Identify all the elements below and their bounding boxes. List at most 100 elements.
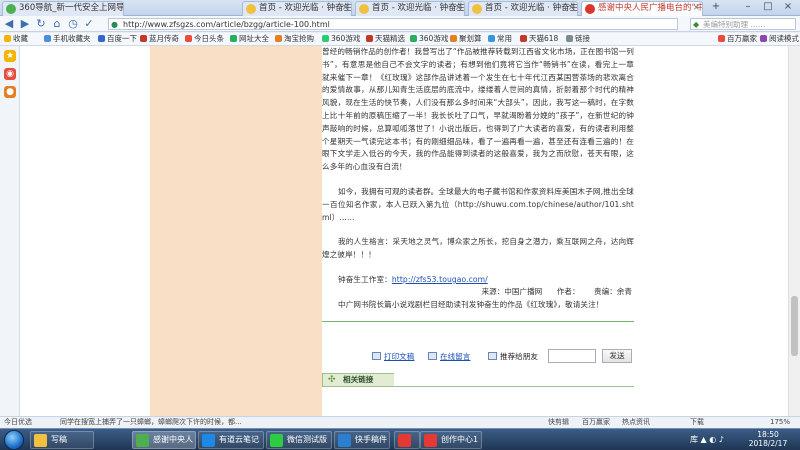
browser-tab-active[interactable]: 感谢中央人民广播电台的“中国广 × xyxy=(581,1,703,16)
new-tab-icon[interactable]: + xyxy=(708,0,724,14)
tab-title: 首页 - 欢迎光临 · 钟奋生工作 xyxy=(485,3,578,13)
recommend-label: 推荐给朋友 xyxy=(500,352,538,361)
address-text: http://www.zfsgzs.com/article/bzgg/artic… xyxy=(123,20,330,29)
folder-icon xyxy=(34,434,47,447)
status-news[interactable]: 同学在搜宽上捕弄了一只蟑螂，蟑螂爬次下许的时候，都... xyxy=(60,417,242,428)
app-icon[interactable]: ● xyxy=(4,86,16,98)
print-link[interactable]: 打印文稿 xyxy=(384,352,414,361)
article-column: 曾经的畅销作品的创作者！我曾写出了“作品被推荐转载到江西省文化市场，正在图书馆一… xyxy=(322,46,634,416)
scrollbar-thumb[interactable] xyxy=(791,296,798,356)
reading-mode-button[interactable]: 阅读模式 xyxy=(760,33,799,45)
status-item[interactable]: 快剪辑 xyxy=(548,417,569,428)
app-icon xyxy=(398,434,411,447)
taskbar-item[interactable]: 有道云笔记 xyxy=(198,431,264,449)
bookmark-item[interactable]: 蓝月传奇 xyxy=(140,33,179,45)
bookmark-item[interactable]: 淘宝抢购 xyxy=(275,33,314,45)
taskbar-item[interactable] xyxy=(394,431,420,449)
app-icon xyxy=(424,434,437,447)
search-placeholder: 美编特别助理 …… xyxy=(703,20,766,29)
start-button[interactable] xyxy=(4,430,24,450)
left-decorative-column xyxy=(150,46,322,416)
bookmark-item[interactable]: 网址大全 xyxy=(230,33,269,45)
related-label: 相关链接 xyxy=(343,375,374,384)
status-recommend[interactable]: 今日优选 xyxy=(4,417,32,428)
close-tab-icon[interactable]: × xyxy=(454,2,462,15)
search-input[interactable]: ◆ 美编特别助理 …… xyxy=(690,18,796,30)
tab-title: 360导航_新一代安全上网导航 xyxy=(19,3,124,13)
close-window-icon[interactable]: × xyxy=(780,0,796,14)
maximize-icon[interactable]: □ xyxy=(760,0,776,14)
close-tab-icon[interactable]: × xyxy=(341,2,349,15)
shield-icon[interactable]: ✓ xyxy=(82,17,96,31)
bookmark-item[interactable]: 链接 xyxy=(566,33,590,45)
bookmark-item[interactable]: 360游戏 xyxy=(410,33,448,45)
bookmark-item[interactable]: 天猫618 xyxy=(520,33,558,45)
app-icon xyxy=(338,434,351,447)
article-actions: 打印文稿 在线留言 推荐给朋友 发送 xyxy=(322,348,634,363)
tab-title: 首页 - 欢迎光临 · 钟奋生工作 xyxy=(372,3,465,13)
related-links-tab: ✣ 相关链接 xyxy=(322,373,394,387)
favorites-star-icon[interactable]: ★ xyxy=(4,50,16,62)
print-icon xyxy=(372,352,381,360)
status-item[interactable]: 百万赢家 xyxy=(582,417,610,428)
refresh-icon[interactable]: ↻ xyxy=(34,17,48,31)
close-tab-icon[interactable]: × xyxy=(567,2,575,15)
status-bar: 今日优选 同学在搜宽上捕弄了一只蟑螂，蟑螂爬次下许的时候，都... 快剪辑 百万… xyxy=(0,416,800,428)
bookmark-item[interactable]: 手机收藏夹 xyxy=(44,33,91,45)
comment-icon xyxy=(428,352,437,360)
360-browser-icon xyxy=(136,434,149,447)
bookmark-item[interactable]: 天猫精选 xyxy=(366,33,405,45)
studio-link[interactable]: http://zfs53.tougao.com/ xyxy=(392,275,488,284)
recommend-email-input[interactable] xyxy=(548,349,596,363)
wechat-icon xyxy=(270,434,283,447)
bookmark-item[interactable]: 常用 xyxy=(488,33,512,45)
zoom-level[interactable]: 175% xyxy=(770,417,790,428)
article-paragraph: 我的人生格言：采天地之灵气，博众家之所长，挖自身之潜力，乘互联网之舟，达向辉煌之… xyxy=(322,237,634,260)
weibo-icon[interactable]: ◉ xyxy=(4,68,16,80)
comment-action[interactable]: 在线留言 xyxy=(428,351,470,362)
system-tray[interactable]: 库 ▲ ◐ ♪ xyxy=(690,432,738,448)
taskbar-item[interactable]: 感谢中央人 xyxy=(132,431,196,449)
taskbar-item[interactable]: 快手稿件 xyxy=(334,431,390,449)
sidebar: ★ ◉ ● xyxy=(0,46,20,416)
send-button[interactable]: 发送 xyxy=(602,349,632,363)
browser-tab-1[interactable]: 360导航_新一代安全上网导航 xyxy=(2,1,124,16)
browser-tab-3[interactable]: 首页 - 欢迎光临 · 钟奋生工作 × xyxy=(355,1,465,16)
status-item[interactable]: 下载 xyxy=(690,417,704,428)
related-icon: ✣ xyxy=(328,375,336,385)
bookmark-item[interactable]: 360游戏 xyxy=(322,33,360,45)
windows-taskbar: 写稿 感谢中央人 有道云笔记 微信测试版 快手稿件 创作中心1 ... 库 ▲ … xyxy=(0,428,800,450)
divider xyxy=(322,321,634,322)
note-icon xyxy=(202,434,215,447)
bookmark-item[interactable]: 百万赢家 xyxy=(718,33,757,45)
studio-paragraph: 钟奋生工作室：http://zfs53.tougao.com/ xyxy=(338,274,488,284)
taskbar-item[interactable]: 微信测试版 xyxy=(266,431,332,449)
bookmark-item[interactable]: 今日头条 xyxy=(185,33,224,45)
back-icon[interactable]: ◀ xyxy=(2,17,16,31)
tray-label: 库 xyxy=(690,435,698,444)
clock[interactable]: 18:50 2018/2/17 xyxy=(742,430,794,450)
home-icon[interactable]: ⌂ xyxy=(50,17,64,31)
browser-tab-4[interactable]: 首页 - 欢迎光临 · 钟奋生工作 × xyxy=(468,1,578,16)
recommend-action: 推荐给朋友 xyxy=(488,351,538,362)
comment-link[interactable]: 在线留言 xyxy=(440,352,470,361)
mail-icon xyxy=(488,352,497,360)
bookmark-item[interactable]: 聚划算 xyxy=(450,33,482,45)
bookmarks-bar: 收藏 手机收藏夹 百度一下 蓝月传奇 今日头条 网址大全 淘宝抢购 360游戏 … xyxy=(0,33,800,46)
history-icon[interactable]: ◷ xyxy=(66,17,80,31)
address-bar-input[interactable]: ● http://www.zfsgzs.com/article/bzgg/art… xyxy=(108,18,678,30)
minimize-icon[interactable]: – xyxy=(740,0,756,14)
close-tab-icon[interactable]: × xyxy=(692,2,700,15)
vertical-scrollbar[interactable] xyxy=(788,46,800,416)
browser-tab-2[interactable]: 首页 - 欢迎光临 · 钟奋生工作 × xyxy=(242,1,352,16)
divider xyxy=(394,386,634,387)
status-item[interactable]: 热点资讯 xyxy=(622,417,650,428)
taskbar-item[interactable]: 创作中心1 ... xyxy=(420,431,482,449)
bookmark-item[interactable]: 百度一下 xyxy=(98,33,137,45)
forward-icon[interactable]: ▶ xyxy=(18,17,32,31)
favorites-button[interactable]: 收藏 xyxy=(4,33,28,45)
360-browser-icon xyxy=(6,4,16,14)
security-icon: ● xyxy=(111,20,118,29)
taskbar-item[interactable]: 写稿 xyxy=(30,431,94,449)
print-action[interactable]: 打印文稿 xyxy=(372,351,414,362)
